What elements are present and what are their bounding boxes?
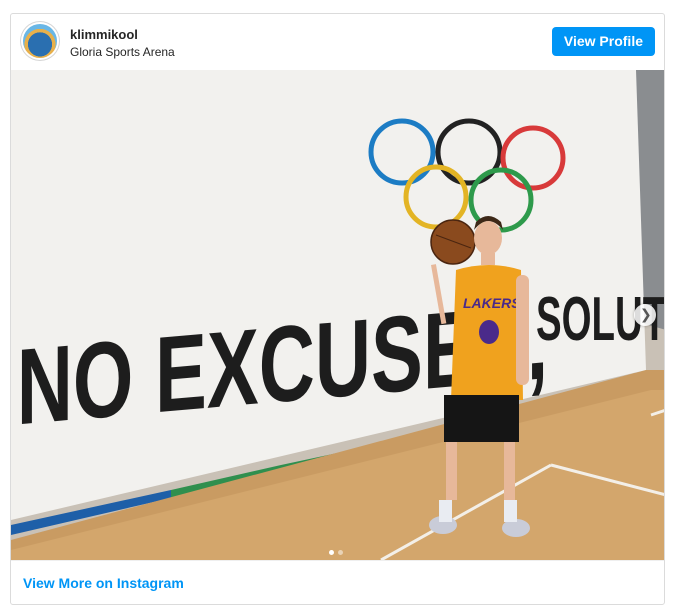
svg-text:LAKERS: LAKERS (463, 295, 521, 311)
instagram-embed-card: klimmikool Gloria Sports Arena View Prof… (10, 13, 665, 605)
username[interactable]: klimmikool (70, 27, 138, 42)
carousel-dots (329, 542, 347, 560)
post-photo[interactable]: NO EXCUSES, SOLUTIONS LAKERS (11, 70, 664, 560)
view-more-link[interactable]: View More on Instagram (23, 575, 184, 591)
view-profile-button[interactable]: View Profile (551, 27, 655, 56)
photo-illustration: NO EXCUSES, SOLUTIONS LAKERS (11, 70, 664, 560)
location[interactable]: Gloria Sports Arena (70, 45, 175, 59)
post-footer: View More on Instagram (11, 560, 664, 604)
post-header: klimmikool Gloria Sports Arena View Prof… (11, 14, 664, 70)
carousel-dot-active (329, 550, 334, 555)
avatar[interactable] (23, 24, 57, 58)
chevron-right-icon: ❯ (640, 306, 652, 322)
carousel-dot (338, 550, 343, 555)
carousel-next-button[interactable]: ❯ (634, 304, 656, 326)
